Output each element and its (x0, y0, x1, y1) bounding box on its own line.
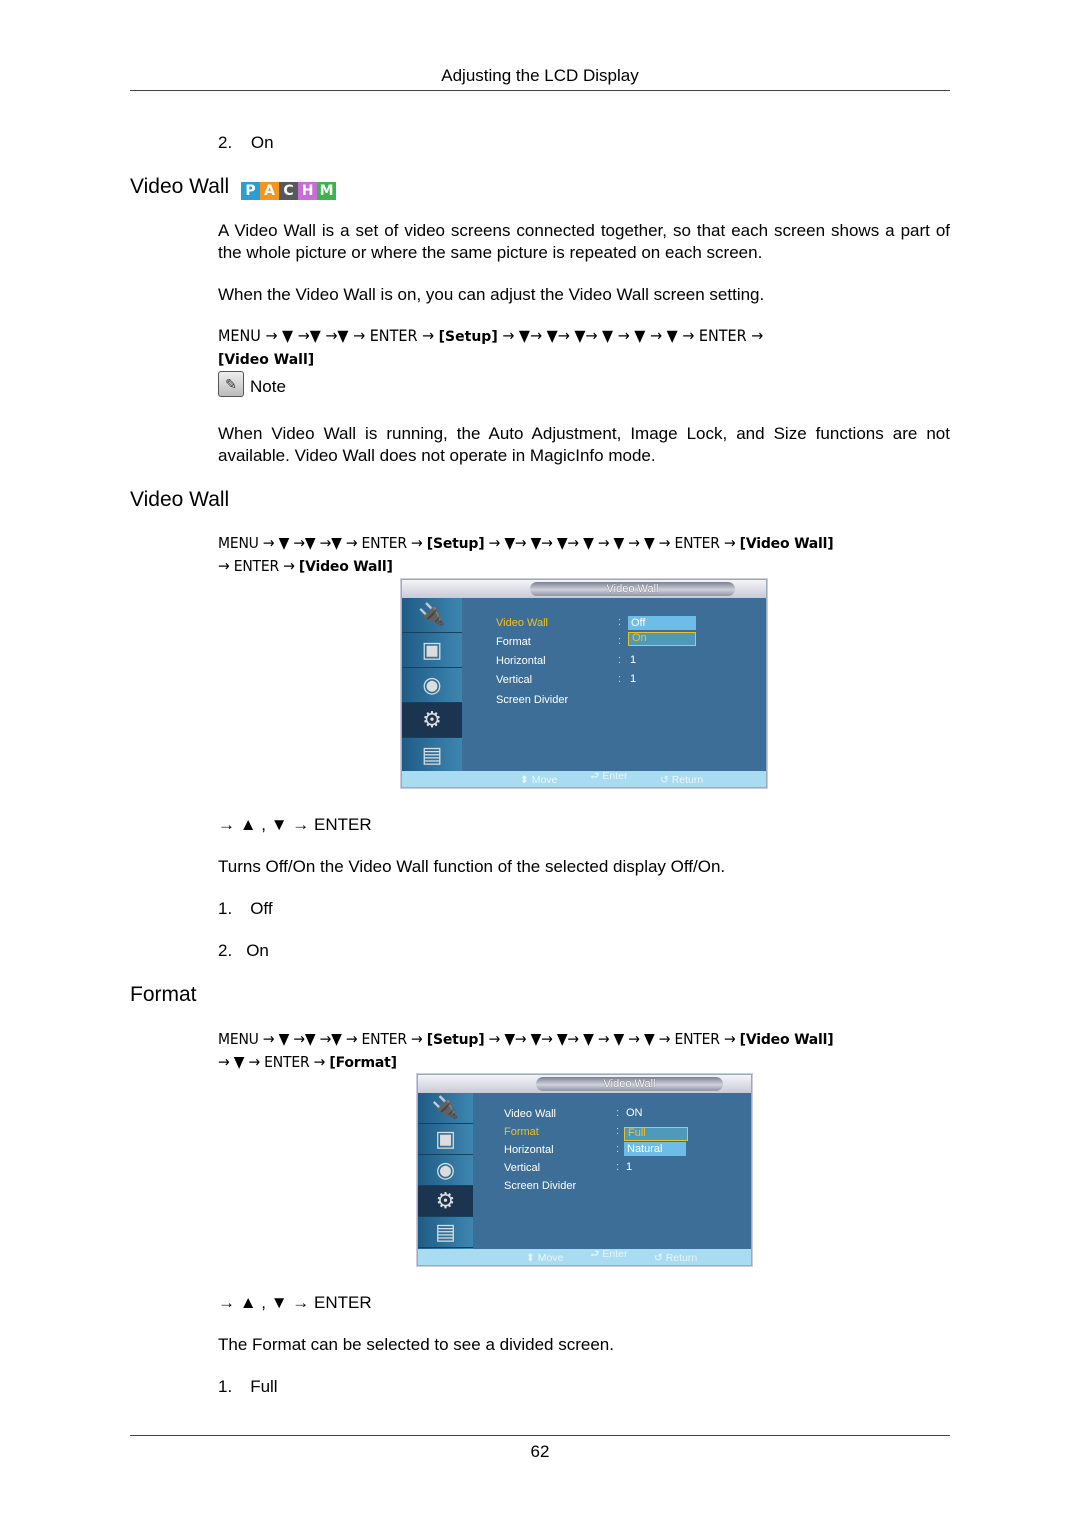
osd-row-horizontal: Horizontal (496, 655, 546, 667)
header-rule (130, 90, 950, 91)
note-label: Note (250, 377, 286, 396)
osd-multicontrol-icon: ▤ (418, 1217, 473, 1248)
list-label: On (250, 133, 274, 152)
list-item: 1. Full (218, 1377, 278, 1396)
osd-sidebar: 🔌 ▣ ◉ ⚙ ▤ (418, 1093, 473, 1249)
section-heading-format: Format (130, 983, 197, 1006)
osd-value-vertical: 1 (626, 1161, 633, 1173)
note-pencil-icon: ✎ (218, 371, 244, 397)
format-description: The Format can be selected to see a divi… (218, 1335, 614, 1354)
badge-a-icon: A (260, 182, 280, 200)
osd-row-screen-divider: Screen Divider (496, 694, 569, 706)
osd-sound-icon: ◉ (418, 1155, 473, 1186)
term: Video Wall (234, 221, 316, 240)
osd-sidebar: 🔌 ▣ ◉ ⚙ ▤ (402, 598, 462, 773)
video-wall-description: Turns Off/On the Video Wall function of … (218, 857, 726, 876)
osd-input-icon: 🔌 (418, 1093, 473, 1124)
heading-text: Video Wall (130, 175, 230, 198)
osd-option-natural: Natural (624, 1142, 686, 1156)
osd-row-video-wall: Video Wall (496, 617, 548, 629)
note-callout: ✎ Note (218, 371, 286, 397)
badge-h-icon: H (298, 182, 318, 200)
osd-row-screen-divider: Screen Divider (504, 1180, 577, 1192)
osd-picture-icon: ▣ (418, 1124, 473, 1155)
nav-instruction-format: → ▲ , ▼ → ENTER (218, 1293, 372, 1312)
list-item: 1. Off (218, 899, 273, 918)
section-heading-video-wall: Video Wall P A C H M (130, 175, 337, 200)
osd-hint-enter: ⮐ Enter (590, 1248, 628, 1260)
osd-row-video-wall: Video Wall (504, 1108, 556, 1120)
footer-rule (130, 1435, 950, 1436)
osd-hint-enter: ⮐ Enter (590, 770, 628, 782)
badge-c-icon: C (279, 182, 299, 200)
osd-option-off: Off (628, 616, 696, 630)
osd-sound-icon: ◉ (402, 668, 462, 703)
osd-input-icon: 🔌 (402, 598, 462, 633)
osd-value-video-wall: ON (626, 1107, 643, 1119)
osd-title: Video Wall (530, 582, 735, 596)
menu-sequence-format: MENU → ▼ →▼ →▼ → ENTER → [Setup] → ▼→ ▼→… (218, 1030, 834, 1071)
osd-hint-return: ↺ Return (660, 774, 704, 786)
osd-picture-icon: ▣ (402, 633, 462, 668)
list-item: 2. On (218, 941, 269, 960)
osd-title: Video Wall (536, 1077, 723, 1091)
osd-screenshot-format: Video Wall 🔌 ▣ ◉ ⚙ ▤ Video Wall Format H… (417, 1074, 752, 1266)
osd-hint-move: ⬍ Move (526, 1252, 564, 1264)
osd-option-on-selected: On (628, 632, 696, 646)
osd-row-format: Format (496, 636, 531, 648)
osd-hint-move: ⬍ Move (520, 774, 558, 786)
badge-m-icon: M (317, 182, 337, 200)
osd-row-horizontal: Horizontal (504, 1144, 554, 1156)
badge-p-icon: P (241, 182, 261, 200)
running-head: Adjusting the LCD Display (441, 66, 639, 85)
osd-value-vertical: 1 (630, 673, 637, 685)
osd-row-vertical: Vertical (504, 1162, 541, 1174)
list-item: 2. On (218, 133, 274, 153)
nav-instruction: → ▲ , ▼ → ENTER (218, 815, 372, 834)
osd-screenshot-video-wall: Video Wall 🔌 ▣ ◉ ⚙ ▤ Video Wall Format H… (401, 579, 767, 788)
osd-setup-gear-icon: ⚙ (402, 703, 462, 738)
osd-multicontrol-icon: ▤ (402, 738, 462, 773)
intro-paragraph: A Video Wall is a set of video screens c… (218, 221, 951, 262)
section-heading-video-wall-sub: Video Wall (130, 488, 230, 511)
osd-setup-gear-icon: ⚙ (418, 1186, 473, 1217)
menu-sequence: MENU → ▼ →▼ →▼ → ENTER → [Setup] → ▼→ ▼→… (218, 326, 764, 368)
note-text: When Video Wall is running, the Auto Adj… (218, 424, 950, 465)
page-number: 62 (530, 1442, 550, 1461)
menu-sequence-video-wall: MENU → ▼ →▼ →▼ → ENTER → [Setup] → ▼→ ▼→… (218, 534, 834, 575)
osd-row-format: Format (504, 1126, 539, 1138)
model-badges: P A C H M (241, 182, 337, 200)
osd-option-full-selected: Full (624, 1127, 688, 1141)
osd-value-horizontal: 1 (630, 654, 637, 666)
adjust-paragraph: When the Video Wall is on, you can adjus… (218, 285, 765, 304)
list-number: 2. (218, 133, 233, 152)
osd-hint-return: ↺ Return (654, 1252, 698, 1264)
osd-row-vertical: Vertical (496, 674, 533, 686)
